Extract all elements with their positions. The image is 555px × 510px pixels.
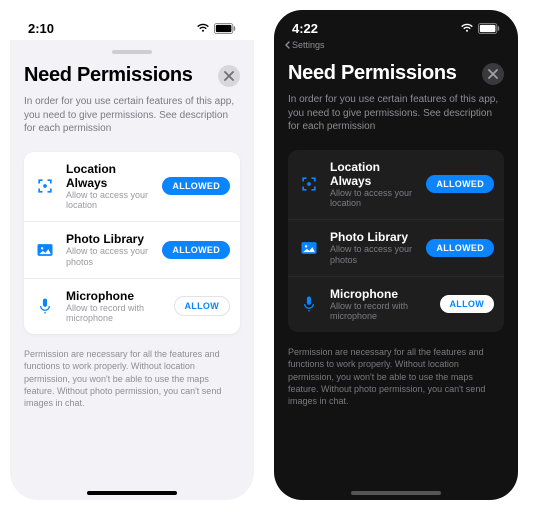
page-title: Need Permissions (288, 62, 457, 85)
permission-subtitle: Allow to record with microphone (330, 301, 430, 323)
close-button[interactable] (482, 63, 504, 85)
permission-row: Photo Library Allow to access your photo… (288, 219, 504, 276)
permission-title: Photo Library (330, 230, 416, 244)
permission-row: Microphone Allow to record with micropho… (24, 278, 240, 335)
permission-subtitle: Allow to access your location (330, 188, 416, 210)
location-icon (298, 173, 320, 195)
footnote-text: Permission are necessary for all the fea… (288, 346, 504, 407)
status-bar: 2:10 (10, 10, 254, 40)
status-time: 2:10 (28, 21, 54, 36)
location-icon (34, 175, 56, 197)
permission-title: Microphone (330, 287, 430, 301)
home-indicator[interactable] (351, 491, 441, 495)
permission-title: Location Always (66, 162, 152, 190)
home-indicator[interactable] (87, 491, 177, 495)
status-icons (460, 23, 500, 34)
permission-row: Photo Library Allow to access your photo… (24, 221, 240, 278)
close-icon (488, 69, 498, 79)
description-text: In order for you use certain features of… (288, 93, 504, 134)
breadcrumb-label: Settings (292, 40, 325, 50)
footnote-text: Permission are necessary for all the fea… (24, 348, 240, 409)
chevron-left-icon (284, 41, 290, 49)
permission-row: Location Always Allow to access your loc… (288, 150, 504, 220)
status-badge-allowed[interactable]: ALLOWED (162, 177, 230, 195)
close-icon (224, 71, 234, 81)
page-title: Need Permissions (24, 64, 193, 87)
battery-icon (478, 23, 500, 34)
wifi-icon (196, 23, 210, 33)
photo-icon (298, 237, 320, 259)
allow-button[interactable]: ALLOW (440, 295, 495, 313)
permission-subtitle: Allow to access your location (66, 190, 152, 212)
battery-icon (214, 23, 236, 34)
description-text: In order for you use certain features of… (24, 95, 240, 136)
status-badge-allowed[interactable]: ALLOWED (162, 241, 230, 259)
allow-button[interactable]: ALLOW (174, 296, 231, 316)
mic-icon (34, 295, 56, 317)
permission-title: Location Always (330, 160, 416, 188)
phone-light: 2:10 Need Permissions In order for you u… (10, 10, 254, 500)
permission-subtitle: Allow to record with microphone (66, 303, 164, 325)
mic-icon (298, 293, 320, 315)
permission-row: Location Always Allow to access your loc… (24, 152, 240, 222)
close-button[interactable] (218, 65, 240, 87)
status-bar: 4:22 (274, 10, 518, 40)
permissions-card: Location Always Allow to access your loc… (24, 152, 240, 335)
sheet-grabber[interactable] (10, 44, 254, 54)
phone-dark: 4:22 Settings Need Permissions In order … (274, 10, 518, 500)
status-badge-allowed[interactable]: ALLOWED (426, 175, 494, 193)
status-icons (196, 23, 236, 34)
breadcrumb-back[interactable]: Settings (274, 40, 518, 52)
permission-row: Microphone Allow to record with micropho… (288, 276, 504, 333)
permission-title: Microphone (66, 289, 164, 303)
status-badge-allowed[interactable]: ALLOWED (426, 239, 494, 257)
permissions-card: Location Always Allow to access your loc… (288, 150, 504, 333)
photo-icon (34, 239, 56, 261)
permission-title: Photo Library (66, 232, 152, 246)
permission-subtitle: Allow to access your photos (330, 244, 416, 266)
status-time: 4:22 (292, 21, 318, 36)
permission-subtitle: Allow to access your photos (66, 246, 152, 268)
wifi-icon (460, 23, 474, 33)
